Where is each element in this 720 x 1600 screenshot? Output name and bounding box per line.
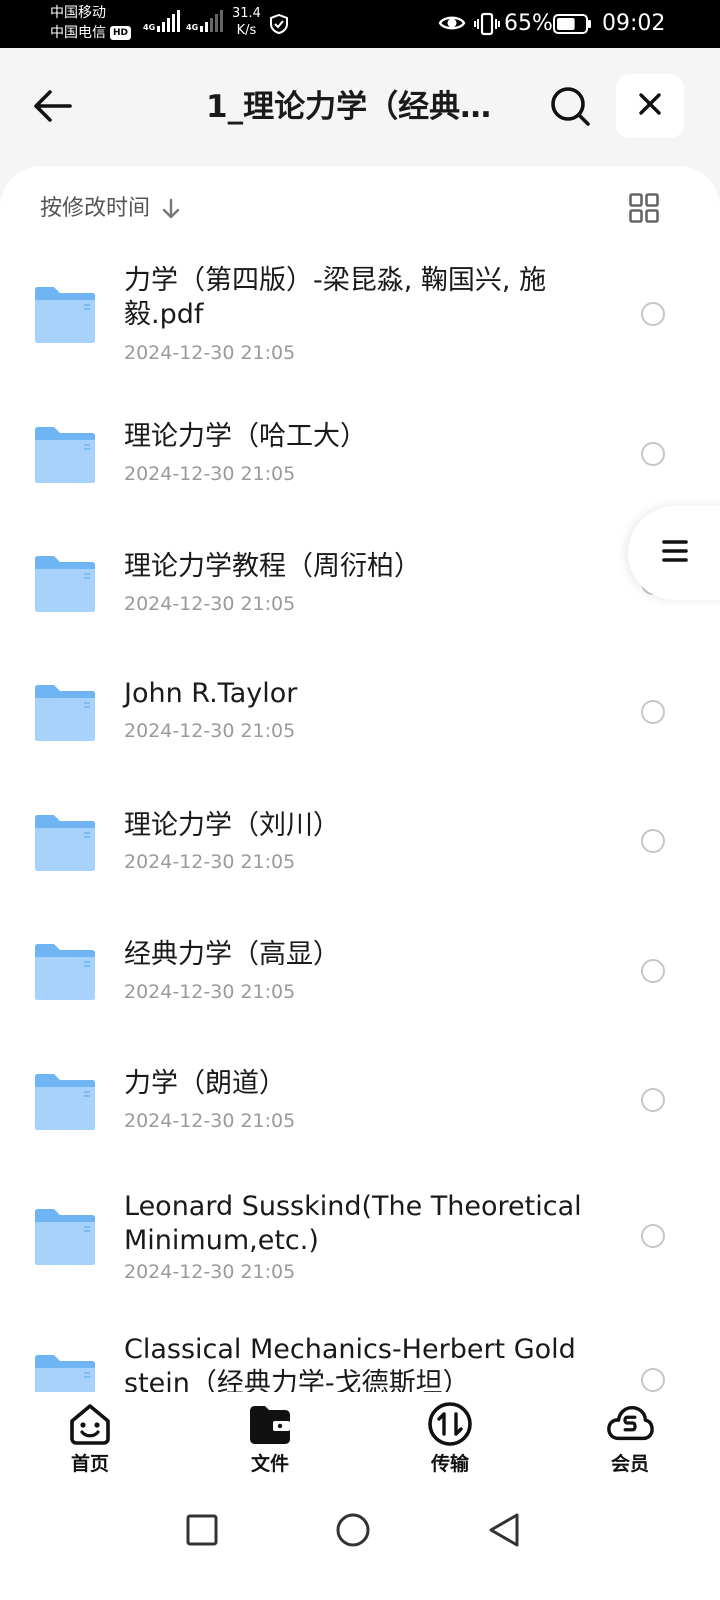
recents-square-icon [185,1513,219,1551]
home-circle-icon [335,1512,371,1552]
file-date: 2024-12-30 21:05 [124,1110,296,1132]
folder-icon [32,1071,98,1135]
search-icon [549,85,591,131]
network-speed: 31.4 K/s [232,5,261,39]
select-radio[interactable] [641,302,665,326]
file-date: 2024-12-30 21:05 [124,851,296,873]
folder-icon [32,1352,98,1392]
page-title: 1_理论力学（经典… [206,89,492,125]
tab-membership-label: 会员 [610,1453,649,1475]
eye-icon [438,13,466,37]
bottom-nav: 首页 文件 传输 会员 [0,1392,720,1484]
file-name: 力学（朗道） [124,1068,286,1099]
sim2-network-tag: 4G [186,23,199,32]
select-radio[interactable] [641,1368,665,1392]
carrier-2-label: 中国电信 [50,25,106,41]
file-name: 理论力学（刘川） [124,810,340,841]
select-radio[interactable] [641,1088,665,1112]
back-triangle-icon [487,1512,521,1552]
net-speed-value: 31.4 [232,6,261,21]
tab-home[interactable]: 首页 [0,1392,180,1484]
tab-transfer[interactable]: 传输 [360,1392,540,1484]
signal-icon: 4G [186,10,224,32]
file-date: 2024-12-30 21:05 [124,1261,296,1283]
net-speed-unit: K/s [236,23,257,38]
folder-icon [32,682,98,746]
file-date: 2024-12-30 21:05 [124,593,296,615]
select-radio[interactable] [641,829,665,853]
folder-icon [32,553,98,617]
battery-fill [557,18,575,30]
battery-icon [553,14,593,38]
back-nav-button[interactable] [480,1508,528,1556]
file-date: 2024-12-30 21:05 [124,981,296,1003]
folder-icon [32,424,98,488]
back-button[interactable] [28,84,76,132]
arrow-left-icon [32,89,72,127]
side-menu-button[interactable] [628,506,720,600]
home-button[interactable] [329,1508,377,1556]
file-panel: 按修改时间 力学（第四版）-梁昆淼, 鞠国兴, 施 毅.pdf 2024-12-3… [0,166,720,1392]
recents-button[interactable] [178,1508,226,1556]
tab-home-label: 首页 [70,1453,109,1475]
file-list: 力学（第四版）-梁昆淼, 鞠国兴, 施 毅.pdf 2024-12-30 21:0… [0,166,720,1392]
hd-badge: HD [110,26,132,40]
battery-percent: 65% [504,11,553,36]
close-icon [638,92,662,120]
folder-icon [32,1206,98,1270]
file-name: John R.Taylor [124,678,298,709]
file-name: 理论力学（哈工大） [124,421,367,452]
vibrate-icon [474,11,500,41]
carrier-1-label: 中国移动 [50,5,106,21]
folder-icon [32,941,98,1005]
tab-files-label: 文件 [250,1453,289,1475]
file-name: 经典力学（高显） [124,939,340,970]
file-name: Classical Mechanics-Herbert Gold stein（经… [124,1334,576,1392]
signal-icon: 4G [143,10,181,32]
tab-membership[interactable]: 会员 [540,1392,720,1484]
shield-icon [268,13,290,39]
menu-icon [662,539,688,567]
file-name: 力学（第四版）-梁昆淼, 鞠国兴, 施 毅.pdf [124,265,547,330]
search-button[interactable] [544,82,596,134]
file-name: 理论力学教程（周衍柏） [124,551,421,582]
folder-icon [32,812,98,876]
file-date: 2024-12-30 21:05 [124,463,296,485]
select-radio[interactable] [641,1224,665,1248]
select-radio[interactable] [641,959,665,983]
carrier-info: 中国移动 中国电信 HD [50,3,132,43]
select-radio[interactable] [641,700,665,724]
file-date: 2024-12-30 21:05 [124,720,296,742]
transfer-icon [426,1400,474,1448]
status-bar: 中国移动 中国电信 HD 4G 4G 31.4 K/s 65% 09:02 [0,0,720,48]
system-nav-bar [0,1484,720,1600]
sim1-network-tag: 4G [143,23,156,32]
tab-files[interactable]: 文件 [180,1392,360,1484]
cloud-s-icon [606,1400,654,1448]
select-radio[interactable] [641,442,665,466]
file-date: 2024-12-30 21:05 [124,342,296,364]
folder-icon [32,284,98,348]
app-header: 1_理论力学（经典… [0,48,720,166]
close-button[interactable] [616,74,684,138]
tab-transfer-label: 传输 [430,1453,469,1475]
home-smile-icon [66,1400,114,1448]
folder-wallet-icon [246,1400,294,1448]
file-name: Leonard Susskind(The Theoretical Minimum… [124,1191,582,1256]
clock: 09:02 [602,11,666,36]
